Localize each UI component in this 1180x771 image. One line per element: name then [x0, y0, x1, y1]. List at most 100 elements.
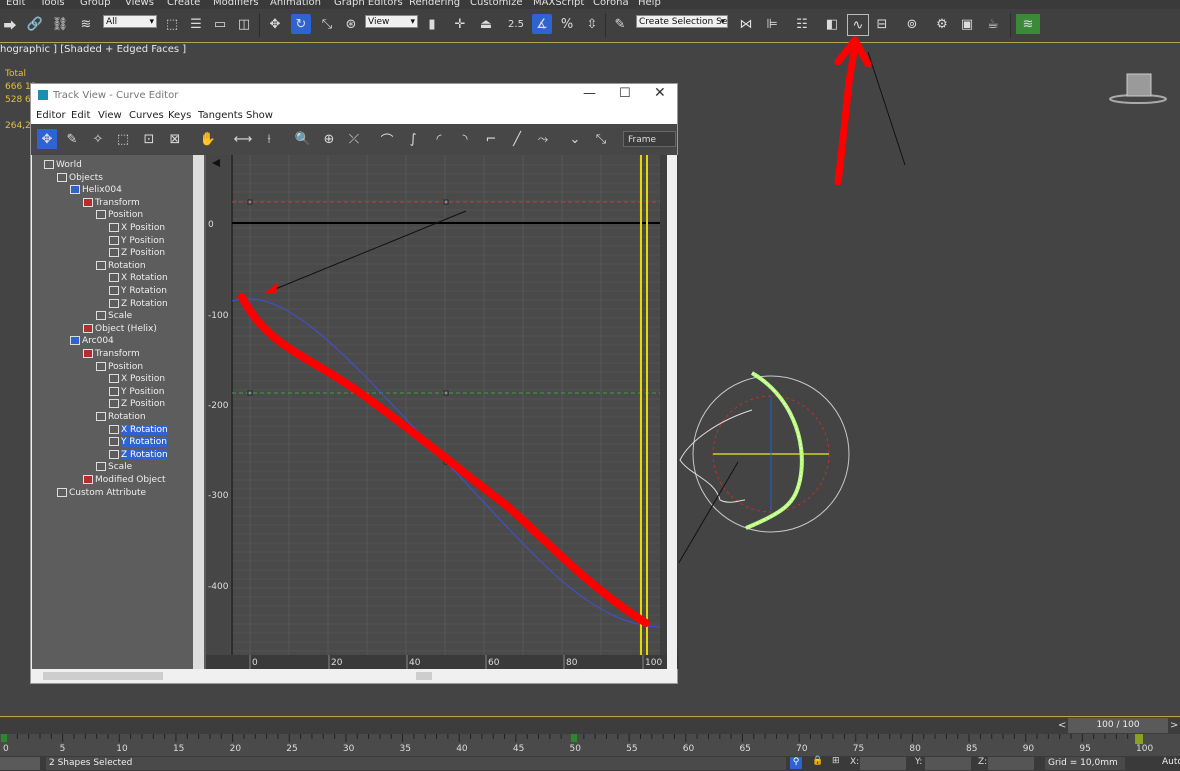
tree-node[interactable]: Z Position	[109, 398, 165, 410]
tree-node[interactable]: World	[44, 159, 82, 171]
x-coordinate-field[interactable]	[860, 757, 906, 770]
tv-menu-curves[interactable]: Curves	[129, 110, 164, 121]
tree-node[interactable]: Transform	[83, 348, 140, 360]
isolate-curve-icon[interactable]: ⤫	[344, 129, 364, 149]
tree-node[interactable]: Position	[96, 209, 143, 221]
tree-node[interactable]: Modified Object	[83, 474, 166, 486]
x-tick-label: 20	[331, 658, 343, 668]
tree-node[interactable]: Rotation	[96, 411, 146, 423]
world-icon	[57, 172, 67, 182]
viewcube[interactable]	[1109, 73, 1167, 104]
tangent-step-icon[interactable]: ⌐	[481, 129, 501, 149]
tv-menu-tangents[interactable]: Tangents	[198, 110, 243, 121]
track-view-hscroll[interactable]	[31, 669, 677, 683]
frame-horizontal-icon[interactable]: ⟷	[233, 129, 253, 149]
object-icon	[96, 210, 106, 220]
selection-lock-icon[interactable]: 🔒	[812, 756, 823, 766]
tv-menu-keys[interactable]: Keys	[168, 110, 191, 121]
z-coordinate-field[interactable]	[988, 757, 1034, 770]
tree-node-label: Helix004	[82, 185, 122, 196]
curve-graph[interactable]: 0 -100 -200 -300 -400 0 20 40 60 80 100	[206, 155, 679, 669]
tangent-auto-icon[interactable]: ⌒	[377, 129, 397, 149]
pan-icon[interactable]: ✋	[198, 129, 218, 149]
tree-node[interactable]: Position	[96, 361, 143, 373]
tree-node[interactable]: Scale	[96, 461, 132, 473]
zoom-icon[interactable]: 🔍	[293, 129, 313, 149]
timeline-tick-label: 0	[3, 744, 9, 754]
timeline-tick-label: 65	[739, 744, 750, 754]
x-tick-label: 0	[252, 658, 258, 668]
y-label: Y:	[915, 757, 923, 767]
region-tool-icon[interactable]: ⬚	[113, 129, 133, 149]
y-coordinate-field[interactable]	[925, 757, 971, 770]
tangent-spline-icon[interactable]: ∫	[403, 129, 423, 149]
retime-all-icon[interactable]: ⊠	[165, 129, 185, 149]
tv-menu-show[interactable]: Show	[246, 110, 273, 121]
graph-hscroll-thumb[interactable]	[416, 672, 432, 680]
minimize-icon[interactable]: —	[583, 86, 596, 101]
tree-node[interactable]: Arc004	[70, 335, 114, 347]
tv-menu-edit[interactable]: Edit	[71, 110, 90, 121]
move-keys-icon[interactable]: ✥	[37, 129, 57, 149]
tree-node[interactable]: Z Rotation	[109, 449, 168, 461]
tree-node[interactable]: X Rotation	[109, 424, 168, 436]
maxscript-listener[interactable]	[0, 757, 40, 770]
time-slider-next-icon[interactable]: >	[1170, 720, 1178, 731]
tree-node-label: Rotation	[108, 412, 146, 422]
rotate-gizmo[interactable]	[679, 371, 850, 533]
timeline-tick-label: 60	[683, 744, 695, 754]
tree-node[interactable]: Z Rotation	[109, 298, 168, 310]
track-view-window: Track View - Curve Editor — ☐ ✕ Editor E…	[30, 83, 679, 684]
tree-node[interactable]: Y Rotation	[109, 436, 167, 448]
frame-field[interactable]: Frame	[623, 131, 676, 147]
zoom-region-icon[interactable]: ⊕	[319, 129, 339, 149]
float-controller-icon	[109, 437, 119, 447]
tree-node[interactable]: Object (Helix)	[83, 323, 157, 335]
graph-vertical-scrollbar[interactable]	[667, 155, 677, 669]
time-slider-thumb[interactable]: 100 / 100	[1068, 718, 1168, 733]
tangent-fast-icon[interactable]: ◜	[429, 129, 449, 149]
tree-node-label: X Position	[121, 223, 166, 233]
tree-node[interactable]: X Position	[109, 222, 165, 234]
track-bar[interactable]: 0 5 10 15 20 25 30 35 40 45 50 55 60 65 70 75 80 85 90 95 10…	[0, 734, 1180, 756]
tangent-slow-icon[interactable]: ◝	[455, 129, 475, 149]
tangent-smooth-icon[interactable]: ⤳	[533, 129, 553, 149]
tv-menu-editor[interactable]: Editor	[36, 110, 66, 121]
close-icon[interactable]: ✕	[654, 85, 666, 101]
tv-menu-view[interactable]: View	[98, 110, 122, 121]
object-icon	[83, 349, 93, 358]
unify-tangents-icon[interactable]: ⤡	[591, 129, 611, 149]
frame-value-icon[interactable]: ⟊	[259, 129, 279, 149]
tree-node[interactable]: Custom Attribute	[57, 487, 146, 499]
float-controller-icon	[109, 386, 119, 396]
float-controller-icon	[109, 374, 119, 384]
isolate-selection-icon[interactable]: ⚲	[790, 757, 802, 769]
time-slider-track[interactable]: < 100 / 100 >	[0, 718, 1180, 734]
tree-node[interactable]: Objects	[57, 172, 103, 184]
tree-node[interactable]: Scale	[96, 310, 132, 322]
tree-node-label: X Rotation	[121, 424, 168, 435]
tree-node[interactable]: Transform	[83, 197, 140, 209]
time-slider-prev-icon[interactable]: <	[1058, 720, 1066, 731]
timeline-tick-label: 10	[116, 744, 128, 754]
maximize-icon[interactable]: ☐	[619, 86, 631, 101]
track-view-titlebar[interactable]: Track View - Curve Editor — ☐ ✕	[31, 84, 677, 108]
absolute-mode-icon[interactable]: ⊞	[832, 756, 840, 766]
tree-node[interactable]: Y Rotation	[109, 285, 167, 297]
tree-node[interactable]: Y Position	[109, 386, 164, 398]
tree-node[interactable]: Rotation	[96, 260, 146, 272]
tree-node[interactable]: X Position	[109, 373, 165, 385]
tree-node[interactable]: Helix004	[70, 184, 122, 196]
tree-scrollbar[interactable]	[193, 155, 204, 669]
tree-node[interactable]: Y Position	[109, 235, 164, 247]
lock-tangents-icon[interactable]: ⌄	[565, 129, 585, 149]
tangent-linear-icon[interactable]: ╱	[507, 129, 527, 149]
draw-curves-icon[interactable]: ✎	[62, 129, 82, 149]
tree-node[interactable]: X Rotation	[109, 272, 168, 284]
tree-hscroll-thumb[interactable]	[43, 672, 163, 680]
retime-tool-icon[interactable]: ⊡	[139, 129, 159, 149]
object-icon	[70, 336, 80, 346]
tree-node[interactable]: Z Position	[109, 247, 165, 259]
insert-keys-icon[interactable]: ✧	[88, 129, 108, 149]
auto-key-label[interactable]: Auto	[1162, 757, 1180, 767]
